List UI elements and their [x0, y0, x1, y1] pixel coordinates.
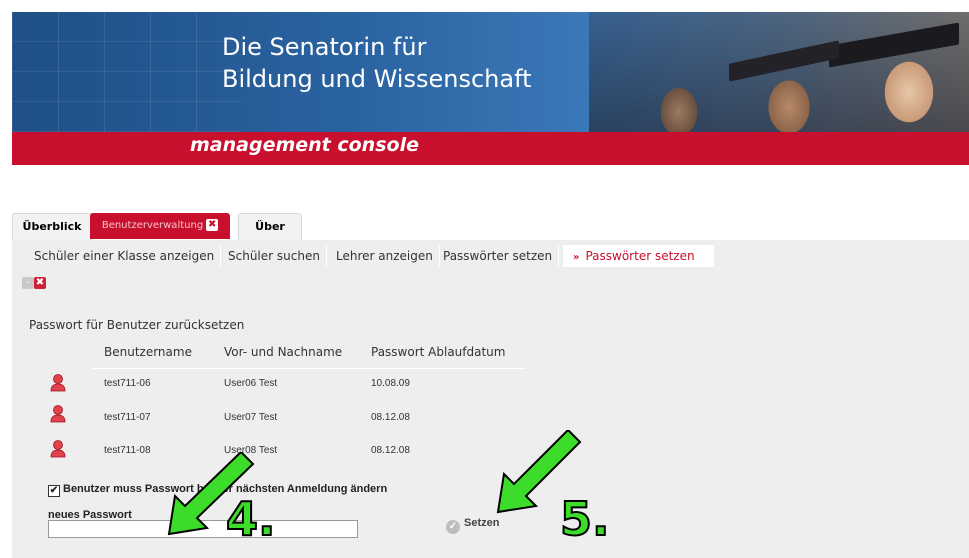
- column-header-fullname: Vor- und Nachname: [224, 345, 343, 359]
- set-button[interactable]: ✓ Setzen: [446, 514, 500, 534]
- column-header-expiry: Passwort Ablaufdatum: [371, 345, 506, 359]
- row-fullname: User06 Test: [224, 378, 278, 389]
- panel-window-controls: ‐ ✖: [22, 270, 46, 289]
- subnav-set-passwords[interactable]: Passwörter setzen: [437, 245, 560, 267]
- content-panel: [12, 240, 969, 558]
- title-line-1: Die Senatorin für: [222, 33, 427, 61]
- minimize-icon[interactable]: ‐: [22, 277, 34, 289]
- tab-user-management[interactable]: Benutzerverwaltung ✖: [90, 213, 230, 239]
- banner-grid-decoration: [12, 12, 242, 132]
- tab-overview[interactable]: Überblick: [12, 213, 92, 240]
- row-username: test711-06: [104, 378, 151, 389]
- set-button-label: Setzen: [464, 517, 500, 529]
- user-icon: [50, 440, 66, 458]
- subnav-set-passwords-active[interactable]: » Passwörter setzen: [563, 245, 714, 267]
- force-change-checkbox[interactable]: ✔: [48, 485, 60, 497]
- tab-about[interactable]: Über: [238, 213, 302, 240]
- annotation-step-5: 5.: [559, 492, 611, 546]
- title-line-2: Bildung und Wissenschaft: [222, 65, 532, 93]
- subnav-show-class-students[interactable]: Schüler einer Klasse anzeigen: [28, 245, 222, 267]
- row-expiry: 10.08.09: [371, 378, 410, 389]
- close-icon[interactable]: ✖: [34, 277, 46, 289]
- header-divider: [92, 368, 526, 369]
- subnav-search-students[interactable]: Schüler suchen: [222, 245, 327, 267]
- subtitle: management console: [190, 134, 419, 156]
- user-icon: [50, 405, 66, 423]
- row-username: test711-07: [104, 412, 151, 423]
- row-expiry: 08.12.08: [371, 412, 410, 423]
- double-arrow-icon: »: [573, 252, 580, 263]
- user-icon: [50, 374, 66, 392]
- subnav-show-teachers[interactable]: Lehrer anzeigen: [330, 245, 440, 267]
- subtitle-bar: [12, 132, 969, 165]
- subnav-active-label: Passwörter setzen: [585, 249, 695, 263]
- check-circle-icon: ✓: [446, 520, 460, 534]
- column-header-username: Benutzername: [104, 345, 192, 359]
- section-title: Passwort für Benutzer zurücksetzen: [29, 318, 245, 332]
- page-title: Die Senatorin für Bildung und Wissenscha…: [222, 31, 532, 95]
- row-fullname: User07 Test: [224, 412, 278, 423]
- row-expiry: 08.12.08: [371, 445, 410, 456]
- tab-label: Benutzerverwaltung: [101, 220, 204, 231]
- close-icon[interactable]: ✖: [206, 219, 219, 231]
- row-username: test711-08: [104, 445, 151, 456]
- annotation-step-4: 4.: [225, 492, 277, 546]
